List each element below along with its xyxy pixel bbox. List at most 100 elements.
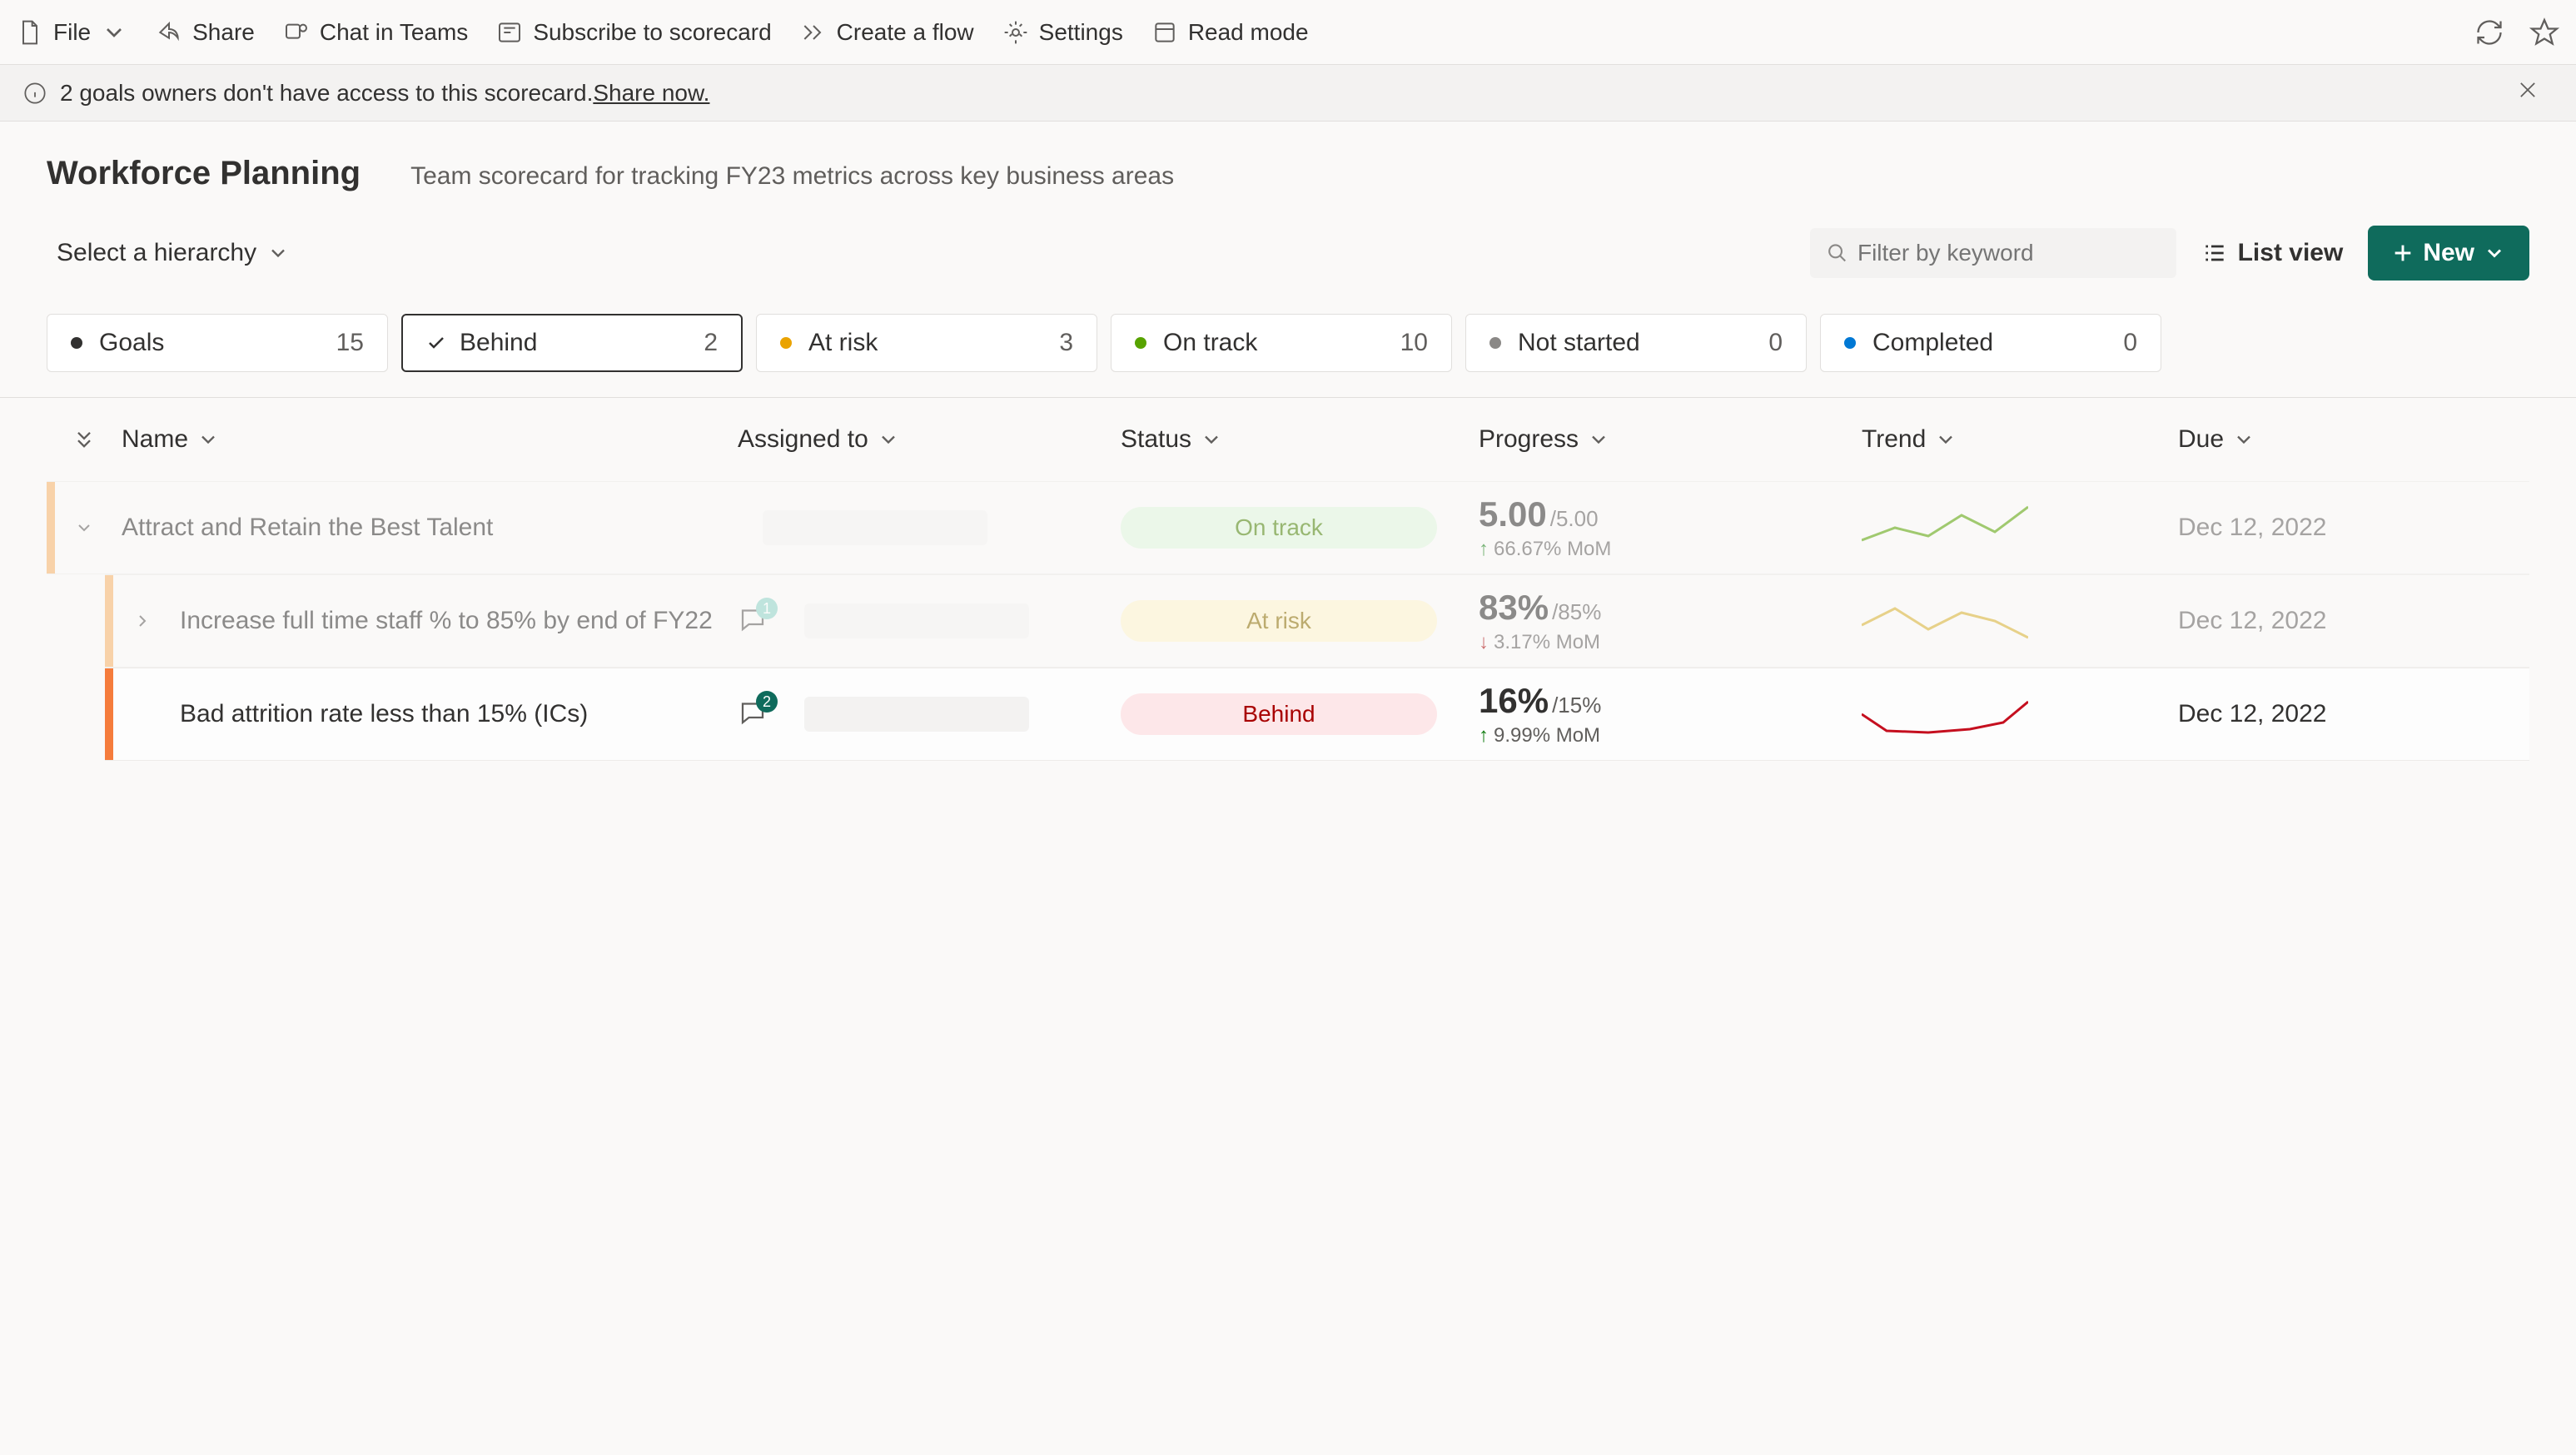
goal-row[interactable]: Increase full time staff % to 85% by end…: [105, 574, 2529, 668]
row-expand-toggle[interactable]: [47, 518, 122, 538]
favorite-button[interactable]: [2529, 17, 2559, 47]
status-card-count: 0: [2123, 329, 2137, 357]
refresh-icon: [2474, 17, 2504, 47]
settings-button[interactable]: Settings: [1002, 19, 1123, 46]
delta-arrow-icon: [1479, 724, 1489, 747]
settings-label: Settings: [1039, 19, 1123, 46]
status-card-count: 2: [704, 329, 718, 357]
status-card-behind[interactable]: Behind2: [401, 314, 743, 372]
flow-button[interactable]: Create a flow: [800, 19, 974, 46]
chevron-down-icon: [266, 241, 290, 265]
file-icon: [17, 19, 43, 46]
status-pill[interactable]: On track: [1121, 507, 1437, 549]
column-header-due-label: Due: [2178, 425, 2224, 454]
due-date: Dec 12, 2022: [2178, 607, 2326, 635]
status-card-label: Not started: [1518, 329, 1640, 357]
progress-target: /15%: [1552, 693, 1601, 718]
status-card-not-started[interactable]: Not started0: [1465, 314, 1807, 372]
status-card-label: Completed: [1872, 329, 1993, 357]
column-header-trend[interactable]: Trend: [1862, 425, 2178, 454]
status-dot: [71, 337, 82, 349]
goals-grid: Name Assigned to Status Progress Trend D…: [0, 398, 2576, 761]
chevron-down-icon: [2483, 241, 2506, 265]
gear-icon: [1002, 19, 1029, 46]
chevron-down-icon: [101, 19, 127, 46]
row-expand-toggle[interactable]: [105, 611, 180, 631]
progress-value: 5.00: [1479, 494, 1547, 534]
assigned-to-placeholder: [804, 697, 1029, 732]
trend-cell: [1862, 503, 2178, 553]
column-header-name[interactable]: Name: [122, 425, 738, 454]
goal-row[interactable]: Bad attrition rate less than 15% (ICs) 2 B…: [105, 668, 2529, 761]
search-box[interactable]: [1810, 228, 2176, 278]
comment-badge[interactable]: 1: [738, 604, 771, 638]
comment-badge[interactable]: 2: [738, 698, 771, 731]
read-icon: [1151, 19, 1178, 46]
scorecard-header: Workforce Planning Team scorecard for tr…: [0, 122, 2576, 297]
status-card-at-risk[interactable]: At risk3: [756, 314, 1097, 372]
status-card-goals[interactable]: Goals15: [47, 314, 388, 372]
search-input[interactable]: [1857, 240, 2160, 266]
due-cell: Dec 12, 2022: [2178, 700, 2361, 728]
status-card-row: Goals15Behind2At risk3On track10Not star…: [0, 297, 2576, 398]
file-menu-label: File: [53, 19, 91, 46]
progress-cell: 5.00/5.00 66.67% MoM: [1479, 494, 1862, 561]
top-toolbar: File Share Chat in Teams Subscribe to sc…: [0, 0, 2576, 65]
chevron-down-icon: [2232, 428, 2255, 451]
info-share-link[interactable]: Share now.: [593, 80, 709, 107]
chevron-down-icon: [1200, 428, 1223, 451]
goal-row[interactable]: Attract and Retain the Best TalentOn tra…: [47, 481, 2529, 574]
info-close-button[interactable]: [2516, 78, 2553, 107]
teams-icon: [283, 19, 310, 46]
refresh-button[interactable]: [2474, 17, 2504, 47]
goal-name: Increase full time staff % to 85% by end…: [180, 603, 713, 638]
subscribe-label: Subscribe to scorecard: [533, 19, 771, 46]
status-card-completed[interactable]: Completed 0: [1820, 314, 2161, 372]
trend-cell: [1862, 596, 2178, 646]
column-header-assigned[interactable]: Assigned to: [738, 425, 1121, 454]
page-subtitle: Team scorecard for tracking FY23 metrics…: [410, 162, 1174, 191]
flow-icon: [800, 19, 827, 46]
chevron-down-icon: [196, 428, 220, 451]
info-message: 2 goals owners don't have access to this…: [60, 80, 593, 107]
status-dot: [1489, 337, 1501, 349]
comment-count: 2: [756, 691, 778, 713]
status-dot: [780, 337, 792, 349]
trend-sparkline: [1862, 689, 2028, 739]
progress-target: /5.00: [1550, 506, 1599, 532]
goal-name: Bad attrition rate less than 15% (ICs): [180, 697, 588, 732]
assigned-cell: 2: [738, 697, 1121, 732]
list-view-toggle[interactable]: List view: [2201, 239, 2344, 267]
comment-count: 1: [756, 598, 778, 619]
expand-all-button[interactable]: [47, 428, 122, 451]
chevron-down-icon: [877, 428, 900, 451]
read-mode-button[interactable]: Read mode: [1151, 19, 1309, 46]
read-label: Read mode: [1188, 19, 1309, 46]
double-chevron-icon: [72, 428, 96, 451]
status-pill[interactable]: At risk: [1121, 600, 1437, 642]
column-header-status[interactable]: Status: [1121, 425, 1479, 454]
subscribe-button[interactable]: Subscribe to scorecard: [496, 19, 771, 46]
chat-button[interactable]: Chat in Teams: [283, 19, 468, 46]
hierarchy-dropdown[interactable]: Select a hierarchy: [47, 232, 300, 274]
toolbar-left-group: File Share Chat in Teams Subscribe to sc…: [17, 19, 1309, 46]
status-cell: At risk: [1121, 600, 1479, 642]
column-header-due[interactable]: Due: [2178, 425, 2361, 454]
chevron-down-icon: [1587, 428, 1610, 451]
status-pill[interactable]: Behind: [1121, 693, 1437, 735]
trend-cell: [1862, 689, 2178, 739]
column-header-progress[interactable]: Progress: [1479, 425, 1862, 454]
star-icon: [2529, 17, 2559, 47]
delta-arrow-icon: [1479, 631, 1489, 654]
status-card-on-track[interactable]: On track10: [1111, 314, 1452, 372]
status-dot: [1844, 337, 1856, 349]
delta-arrow-icon: [1479, 538, 1489, 561]
new-button-label: New: [2423, 239, 2474, 267]
due-cell: Dec 12, 2022: [2178, 607, 2361, 635]
new-button[interactable]: New: [2368, 226, 2529, 281]
status-card-count: 10: [1400, 329, 1428, 357]
share-button[interactable]: Share: [156, 19, 255, 46]
file-menu[interactable]: File: [17, 19, 127, 46]
progress-delta: 66.67% MoM: [1479, 538, 1611, 561]
assigned-to-placeholder: [763, 510, 987, 545]
